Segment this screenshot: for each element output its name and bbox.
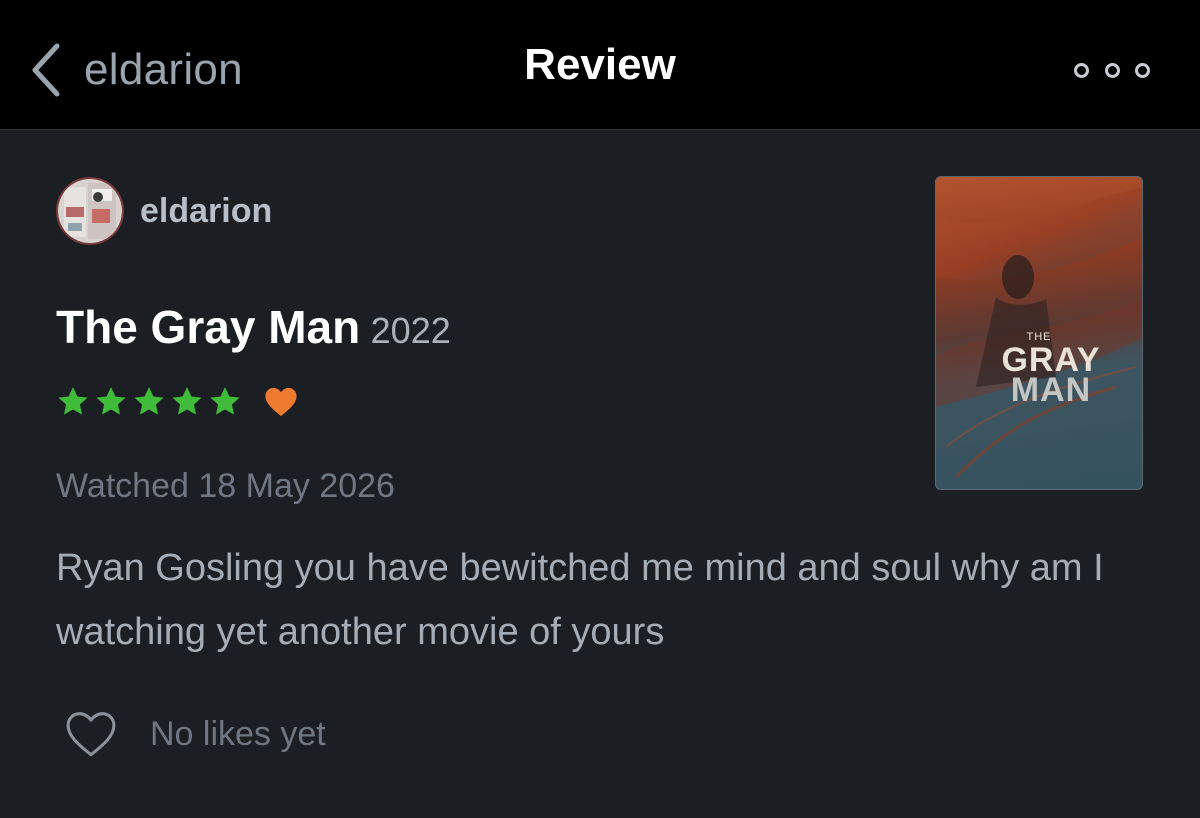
more-options-button[interactable]: [1074, 56, 1150, 84]
more-dots-icon: [1074, 62, 1089, 78]
star-rating: [56, 385, 302, 419]
star-icon: [210, 387, 240, 415]
film-title-line: The Gray Man 2022: [56, 300, 451, 354]
likes-count-label: No likes yet: [150, 714, 326, 753]
poster-title-line3: MAN: [1010, 371, 1092, 409]
star-icon: [172, 387, 202, 415]
star-icon: [58, 387, 88, 415]
film-year[interactable]: 2022: [371, 310, 451, 351]
film-title[interactable]: The Gray Man: [56, 301, 360, 353]
more-dots-icon: [1135, 62, 1150, 78]
top-nav-bar: eldarion Review: [0, 0, 1200, 130]
chevron-left-icon: [32, 43, 60, 97]
like-heart-icon[interactable]: [64, 710, 118, 758]
more-dots-icon: [1104, 62, 1120, 78]
star-icon: [96, 387, 126, 415]
star-icon: [134, 387, 164, 415]
watched-date: Watched 18 May 2026: [56, 467, 395, 505]
back-button[interactable]: eldarion: [30, 38, 243, 102]
avatar-image: [58, 179, 122, 243]
film-poster[interactable]: THE GRAY MAN: [935, 176, 1143, 490]
avatar[interactable]: [56, 177, 124, 245]
review-author-name[interactable]: eldarion: [140, 192, 272, 231]
back-button-label: eldarion: [84, 45, 243, 94]
likes-row: No likes yet: [64, 710, 326, 758]
review-body: Ryan Gosling you have bewitched me mind …: [56, 547, 1104, 653]
liked-heart-icon: [265, 387, 297, 417]
